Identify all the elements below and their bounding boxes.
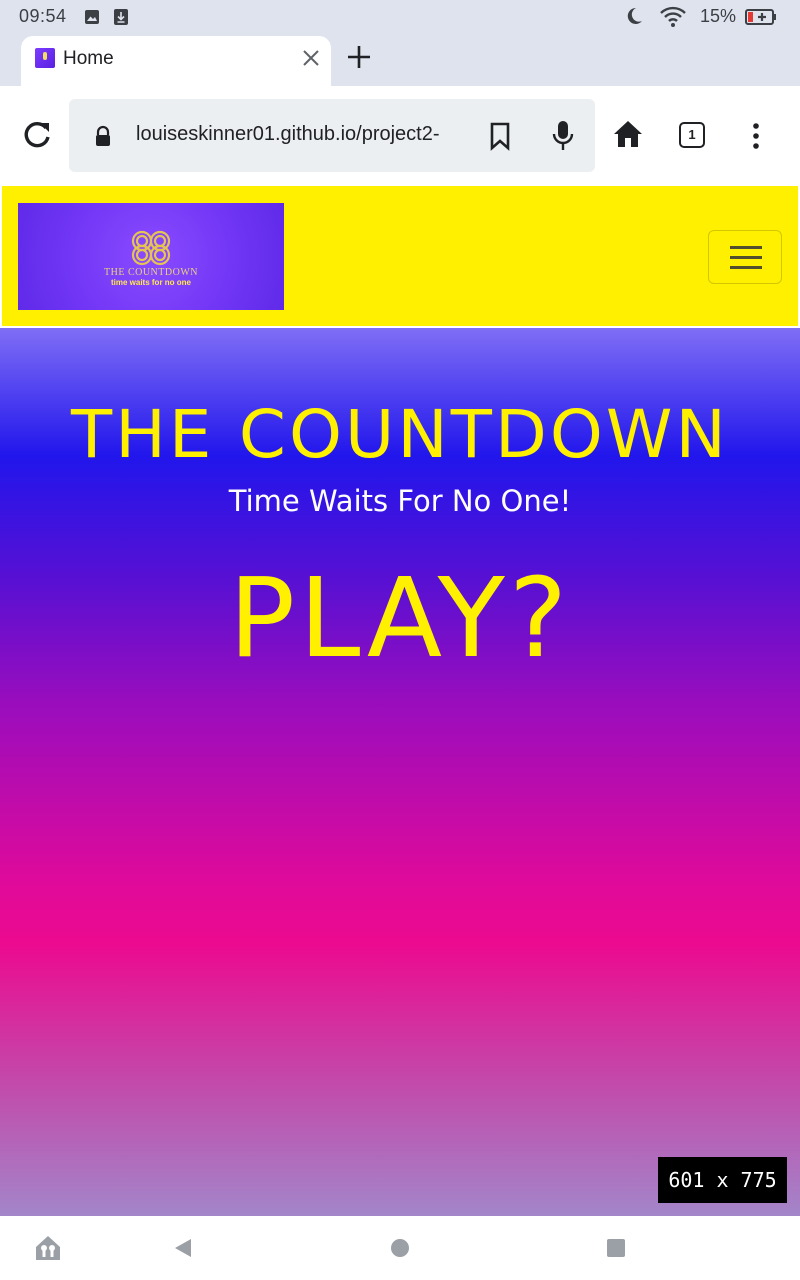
viewport-size-badge: 601 x 775: [658, 1157, 787, 1203]
wifi-icon: [660, 6, 686, 27]
home-icon[interactable]: [612, 119, 644, 149]
browser-toolbar: louiseskinner01.github.io/project2- 1: [0, 86, 800, 184]
more-menu-icon[interactable]: [744, 122, 768, 150]
status-bar: 09:54 15%: [0, 0, 800, 34]
hamburger-line: [730, 266, 762, 269]
back-icon[interactable]: [172, 1237, 194, 1259]
battery-icon: [745, 9, 776, 25]
download-icon: [114, 9, 128, 25]
favicon-icon: [35, 48, 55, 68]
logo-tagline: time waits for no one: [110, 278, 191, 287]
battery-percent: 15%: [700, 6, 737, 26]
logo-title: THE COUNTDOWN: [104, 267, 198, 278]
status-time: 09:54: [19, 6, 67, 26]
site-logo[interactable]: THE COUNTDOWN time waits for no one: [18, 203, 284, 310]
play-button[interactable]: PLAY?: [0, 554, 800, 682]
infinity-knot-icon: [131, 230, 171, 266]
bookmark-icon[interactable]: [488, 121, 512, 151]
image-icon: [85, 10, 99, 24]
hamburger-line: [730, 256, 762, 259]
address-bar[interactable]: louiseskinner01.github.io/project2-: [69, 99, 595, 172]
web-page: THE COUNTDOWN time waits for no one THE …: [0, 184, 800, 1216]
apps-icon[interactable]: [33, 1233, 63, 1263]
tab-switcher-button[interactable]: 1: [679, 122, 705, 148]
hero-subtitle: Time Waits For No One!: [228, 484, 572, 518]
close-icon[interactable]: [299, 46, 323, 70]
moon-icon: [627, 7, 642, 24]
url-text[interactable]: louiseskinner01.github.io/project2-: [136, 123, 471, 146]
hamburger-menu-button[interactable]: [708, 230, 782, 284]
system-nav-bar: [0, 1216, 800, 1280]
reload-icon[interactable]: [20, 118, 54, 152]
mic-icon[interactable]: [551, 119, 575, 153]
recents-icon[interactable]: [606, 1238, 626, 1258]
browser-tab[interactable]: Home: [21, 36, 331, 86]
home-circle-icon[interactable]: [390, 1238, 410, 1258]
lock-icon: [96, 125, 110, 146]
site-navbar: THE COUNTDOWN time waits for no one: [0, 184, 800, 328]
new-tab-icon[interactable]: [344, 42, 374, 72]
tab-title: Home: [63, 48, 114, 69]
tab-strip: Home: [0, 34, 800, 86]
hero-title: THE COUNTDOWN: [71, 396, 729, 473]
hamburger-line: [730, 246, 762, 249]
